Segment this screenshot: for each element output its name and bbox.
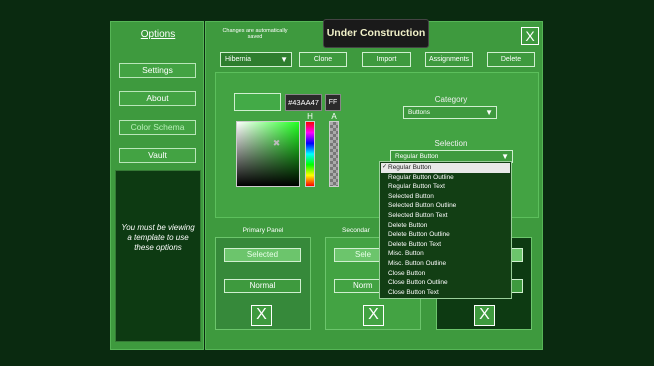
hex-input[interactable]: #43AA47 — [285, 94, 322, 111]
chevron-down-icon: ▼ — [485, 108, 493, 117]
alpha-label: A — [331, 112, 337, 121]
alpha-slider[interactable] — [329, 121, 339, 187]
primary-normal-button[interactable]: Normal — [224, 279, 301, 293]
selection-option[interactable]: Regular Button Text — [381, 182, 510, 192]
selection-option[interactable]: Close Button Text — [381, 288, 510, 298]
import-button[interactable]: Import — [362, 52, 411, 67]
vault-button[interactable]: Vault — [119, 148, 196, 163]
primary-selected-button[interactable]: Selected — [224, 248, 301, 262]
theme-selected-label: Hibernia — [225, 56, 252, 63]
category-label: Category — [434, 95, 468, 104]
template-required-message: You must be viewing a template to use th… — [115, 170, 201, 342]
primary-close-icon[interactable]: X — [251, 305, 272, 326]
selection-dropdown-list: ✓ Regular Button Regular Button Outline Reg… — [379, 161, 512, 299]
options-sidebar: Options Settings About Color Schema Vaul… — [110, 21, 204, 350]
selection-option[interactable]: Selected Button Outline — [381, 201, 510, 211]
picker-cursor-icon[interactable]: ✖ — [272, 139, 281, 148]
selection-option[interactable]: Selected Button Text — [381, 211, 510, 221]
selection-option[interactable]: ✓ Regular Button — [381, 163, 510, 173]
saturation-value-picker[interactable]: ✖ — [236, 121, 300, 187]
chevron-down-icon: ▼ — [280, 55, 288, 64]
hue-label: H — [307, 112, 313, 121]
delete-button[interactable]: Delete — [487, 52, 535, 67]
sidebar-title: Options — [140, 29, 176, 40]
selection-option[interactable]: Delete Button Outline — [381, 230, 510, 240]
checkmark-icon: ✓ — [382, 164, 388, 170]
alpha-input[interactable]: FF — [325, 94, 341, 111]
selection-label: Selection — [434, 139, 468, 148]
clone-button[interactable]: Clone — [299, 52, 347, 67]
selection-option[interactable]: Misc. Button — [381, 249, 510, 259]
selection-option[interactable]: Delete Button — [381, 221, 510, 231]
close-icon[interactable]: X — [521, 27, 539, 45]
autosave-note: Changes are automatically saved — [222, 28, 288, 40]
primary-panel-preview: Selected Normal X — [215, 237, 311, 330]
tertiary-close-icon[interactable]: X — [474, 305, 495, 326]
color-preview-swatch — [234, 93, 281, 111]
theme-dropdown[interactable]: Hibernia ▼ — [220, 52, 292, 67]
primary-panel-title: Primary Panel — [242, 227, 284, 234]
selection-option[interactable]: Delete Button Text — [381, 240, 510, 250]
assignments-button[interactable]: Assignments — [425, 52, 473, 67]
settings-button[interactable]: Settings — [119, 63, 196, 78]
selection-option[interactable]: Close Button — [381, 269, 510, 279]
about-button[interactable]: About — [119, 91, 196, 106]
category-dropdown[interactable]: Buttons ▼ — [403, 106, 497, 119]
selection-option[interactable]: Misc. Button Outline — [381, 259, 510, 269]
under-construction-banner: Under Construction — [323, 19, 429, 48]
selection-selected-label: Regular Button — [395, 153, 439, 160]
secondary-close-icon[interactable]: X — [363, 305, 384, 326]
hue-slider[interactable] — [305, 121, 315, 187]
selection-option[interactable]: Regular Button Outline — [381, 173, 510, 183]
category-selected-label: Buttons — [408, 109, 431, 116]
color-schema-button[interactable]: Color Schema — [119, 120, 196, 135]
selection-option-label: Regular Button — [388, 164, 432, 171]
selection-option[interactable]: Selected Button — [381, 192, 510, 202]
selection-option[interactable]: Close Button Outline — [381, 278, 510, 288]
